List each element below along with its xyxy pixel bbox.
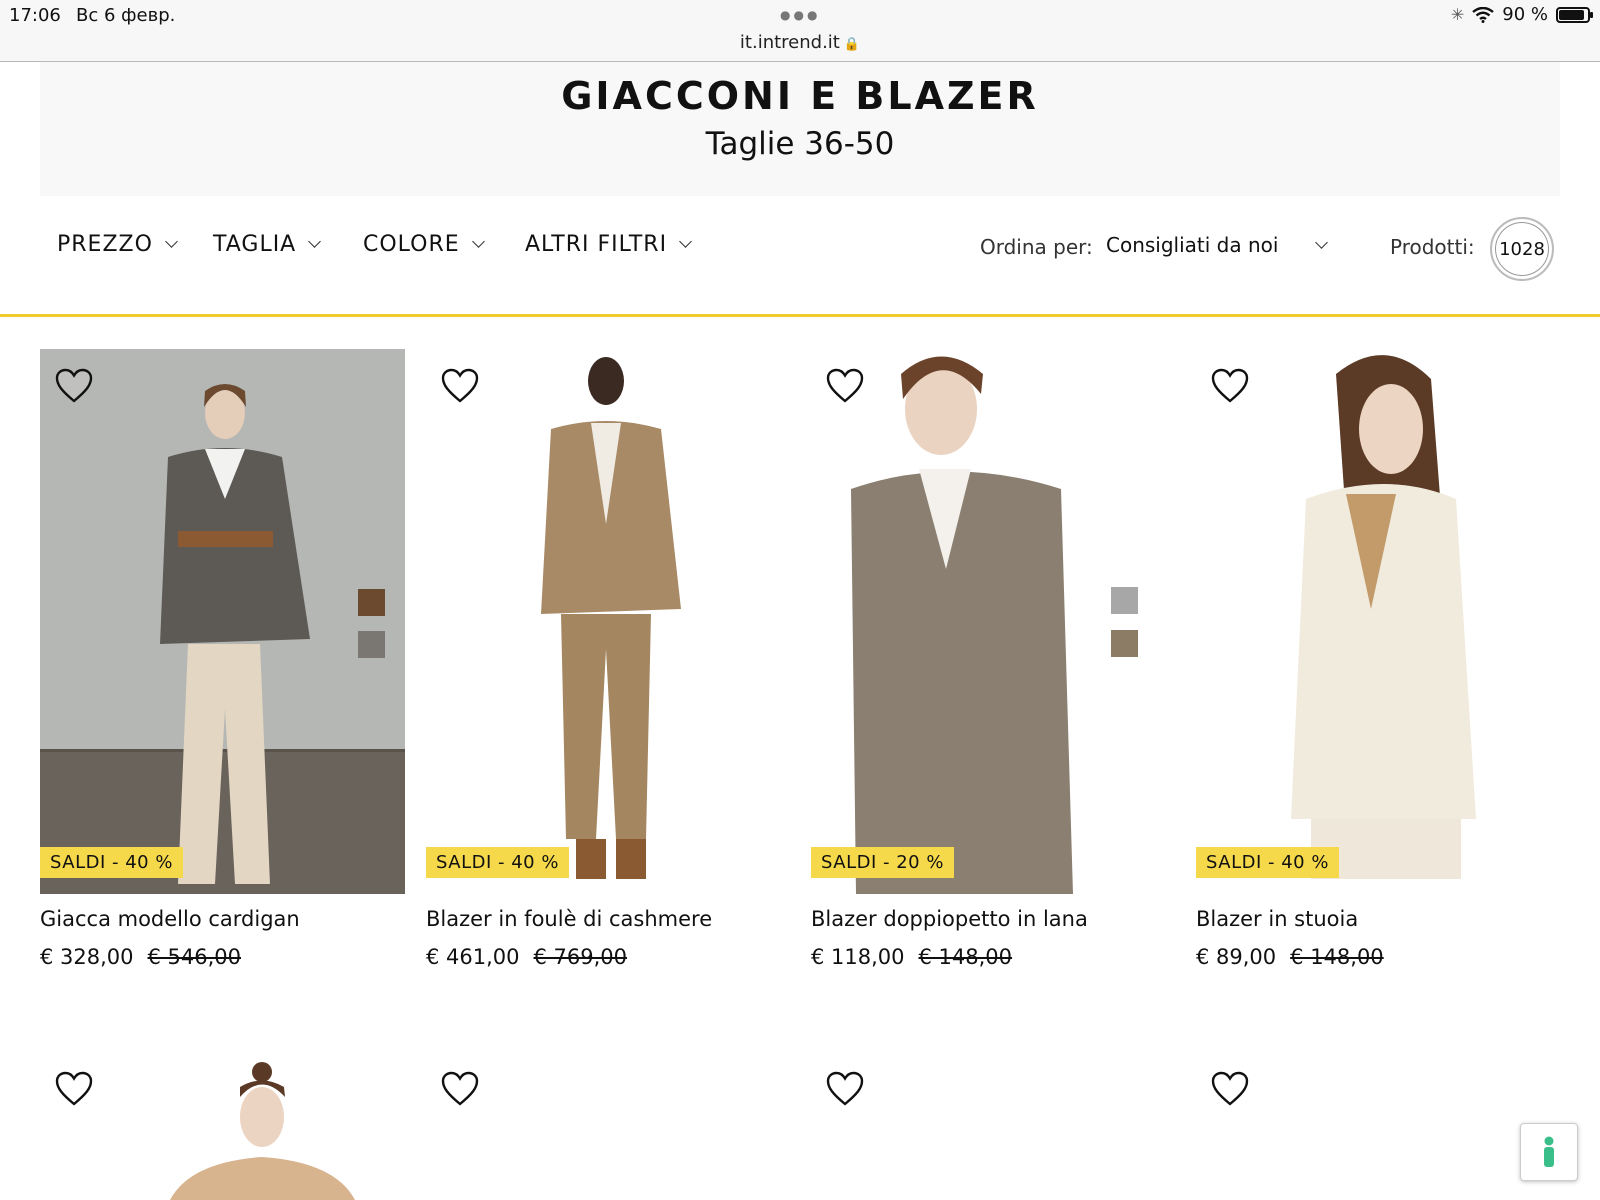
discount-badge: SALDI - 20 % — [811, 847, 954, 878]
products-count-label: Prodotti: — [1390, 235, 1475, 259]
product-image[interactable] — [40, 1052, 405, 1200]
filter-label: PREZZO — [57, 232, 153, 257]
filter-altri[interactable]: ALTRI FILTRI — [525, 232, 692, 257]
current-price: € 461,00 — [426, 945, 520, 969]
heart-icon[interactable] — [1210, 1070, 1250, 1108]
product-image[interactable]: SALDI - 20 % — [811, 349, 1176, 894]
more-dots-icon[interactable]: ●●● — [780, 8, 820, 22]
heart-icon[interactable] — [440, 367, 480, 405]
page-subtitle: Taglie 36-50 — [705, 126, 895, 162]
filter-taglia[interactable]: TAGLIA — [213, 232, 322, 257]
sort-select[interactable]: Consigliati da noi — [1106, 233, 1328, 257]
discount-badge: SALDI - 40 % — [426, 847, 569, 878]
product-image[interactable]: SALDI - 40 % — [40, 349, 405, 894]
lock-icon: 🔒 — [843, 37, 861, 52]
sort-label: Ordina per: — [980, 235, 1093, 259]
chevron-down-icon — [308, 235, 322, 248]
page-title: GIACCONI E BLAZER — [561, 74, 1039, 118]
status-bar: 17:06 Вс 6 февр. ●●● it.intrend.it 🔒 ✳ 90… — [0, 0, 1600, 62]
old-price: € 546,00 — [147, 945, 242, 969]
product-name[interactable]: Giacca modello cardigan — [40, 907, 300, 931]
sort-value: Consigliati da noi — [1106, 233, 1279, 257]
category-header: GIACCONI E BLAZER Taglie 36-50 — [40, 62, 1560, 196]
chevron-down-icon — [165, 235, 178, 248]
product-price: € 461,00 € 769,00 — [426, 945, 627, 969]
address-bar[interactable]: it.intrend.it 🔒 — [0, 32, 1600, 53]
discount-badge: SALDI - 40 % — [40, 847, 183, 878]
current-price: € 328,00 — [40, 945, 134, 969]
old-price: € 769,00 — [533, 945, 628, 969]
old-price: € 148,00 — [1290, 945, 1384, 969]
battery-percent: 90 % — [1502, 4, 1548, 25]
url-text: it.intrend.it — [739, 32, 840, 53]
wifi-icon — [1472, 6, 1495, 23]
heart-icon[interactable] — [825, 1070, 865, 1108]
product-image[interactable]: SALDI - 40 % — [1196, 349, 1561, 894]
help-button[interactable] — [1520, 1123, 1578, 1181]
filter-label: ALTRI FILTRI — [525, 232, 668, 257]
product-price: € 118,00 € 148,00 — [811, 945, 1012, 969]
divider — [0, 314, 1600, 317]
status-date: Вс 6 февр. — [76, 5, 176, 26]
activity-spinner-icon: ✳ — [1450, 5, 1465, 24]
product-name[interactable]: Blazer in stuoia — [1196, 907, 1358, 931]
status-time: 17:06 — [9, 5, 61, 26]
product-price: € 89,00 € 148,00 — [1196, 945, 1384, 969]
chevron-down-icon — [1315, 235, 1328, 249]
battery-icon — [1556, 6, 1593, 23]
current-price: € 118,00 — [811, 945, 905, 969]
product-name[interactable]: Blazer in foulè di cashmere — [426, 907, 712, 931]
heart-icon[interactable] — [54, 367, 94, 405]
person-icon — [1544, 1136, 1554, 1167]
product-name[interactable]: Blazer doppiopetto in lana — [811, 907, 1088, 931]
chevron-down-icon — [679, 235, 692, 248]
old-price: € 148,00 — [918, 945, 1013, 969]
filter-label: TAGLIA — [213, 232, 297, 257]
product-price: € 328,00 € 546,00 — [40, 945, 241, 969]
heart-icon[interactable] — [1210, 367, 1250, 405]
status-indicators: ✳ 90 % — [1450, 4, 1593, 25]
heart-icon[interactable] — [54, 1070, 94, 1108]
current-price: € 89,00 — [1196, 945, 1277, 969]
product-card[interactable] — [40, 1052, 405, 1200]
product-image[interactable]: SALDI - 40 % — [426, 349, 791, 894]
products-count-badge: 1028 — [1490, 217, 1554, 281]
product-card[interactable] — [811, 1052, 1176, 1200]
product-card[interactable] — [426, 1052, 791, 1200]
filter-colore[interactable]: COLORE — [363, 232, 485, 257]
product-card[interactable] — [1196, 1052, 1561, 1200]
filter-label: COLORE — [363, 232, 460, 257]
filter-prezzo[interactable]: PREZZO — [57, 232, 178, 257]
chevron-down-icon — [471, 235, 485, 248]
discount-badge: SALDI - 40 % — [1196, 847, 1339, 878]
filter-bar: PREZZO TAGLIA COLORE ALTRI FILTRI Ordina… — [0, 217, 1600, 281]
heart-icon[interactable] — [825, 367, 865, 405]
heart-icon[interactable] — [440, 1070, 480, 1108]
products-count-value: 1028 — [1499, 238, 1545, 260]
